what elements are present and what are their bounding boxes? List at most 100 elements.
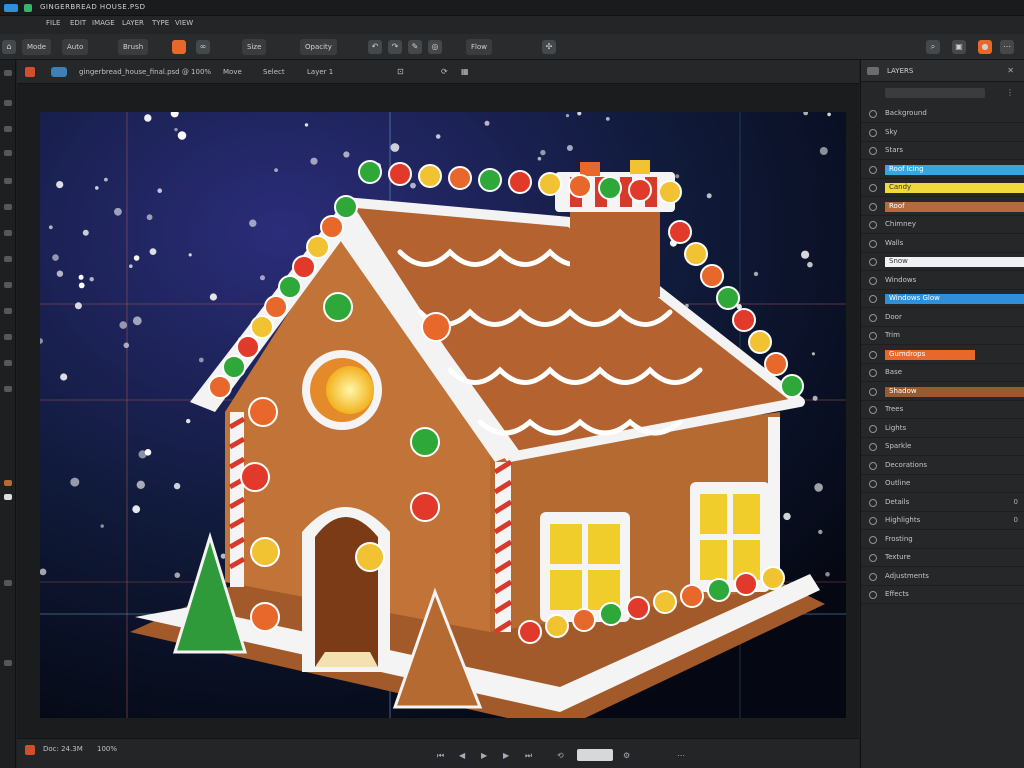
visibility-eye-icon[interactable] [869,424,877,433]
rotate-icon[interactable]: ⟳ [441,67,448,76]
visibility-eye-icon[interactable] [869,480,877,488]
shape-tool-icon[interactable] [4,334,12,340]
menu-type[interactable]: TYPE [152,19,169,27]
layer-row[interactable]: Roof Icing [861,161,1024,179]
visibility-eye-icon[interactable] [869,313,877,322]
loop-icon[interactable]: ⟲ [557,751,564,760]
layer-row[interactable]: Sparkle [861,438,1024,456]
timeline-more-icon[interactable]: ⋯ [677,751,685,760]
panel-options-icon[interactable]: ⋮ [1006,88,1014,97]
screen-mode-icon[interactable] [4,660,12,666]
brush-settings-icon[interactable]: ✎ [408,40,422,54]
visibility-eye-icon[interactable] [869,239,877,248]
panel-close-icon[interactable]: ✕ [1007,66,1014,75]
layer-row[interactable]: Shadow [861,383,1024,401]
gradient-tool-icon[interactable] [4,256,12,262]
airbrush-icon[interactable]: ✣ [542,40,556,54]
pressure-icon[interactable]: ◎ [428,40,442,54]
next-icon[interactable]: ▶ [503,751,509,760]
layer-row[interactable]: Candy [861,179,1024,197]
layer-row[interactable]: Trees [861,401,1024,419]
layer-row[interactable]: Base [861,364,1024,382]
zoom-tool-icon[interactable] [4,386,12,392]
search-icon[interactable]: ⌕ [926,40,940,54]
background-color-icon[interactable] [4,494,12,500]
layer-row[interactable]: Decorations [861,457,1024,475]
toolbar-brush[interactable]: Brush [118,39,149,55]
workspace-icon[interactable]: ▣ [952,40,966,54]
menu-image[interactable]: IMAGE [92,19,115,27]
layer-row[interactable]: Walls [861,235,1024,253]
toolbar-flow[interactable]: Flow [466,39,492,55]
fit-icon[interactable]: ⊡ [397,67,404,76]
visibility-eye-icon[interactable] [869,258,877,266]
visibility-eye-icon[interactable] [869,369,877,377]
tool-move[interactable]: Move [223,66,242,79]
visibility-eye-icon[interactable] [869,572,877,581]
toolbar-opacity[interactable]: Opacity [300,39,337,55]
timeline-settings-icon[interactable]: ⚙ [623,751,630,760]
share-icon[interactable]: ● [978,40,992,54]
layer-row[interactable]: Chimney [861,216,1024,234]
visibility-eye-icon[interactable] [869,110,877,118]
visibility-eye-icon[interactable] [869,184,877,192]
layer-row[interactable]: Snow [861,253,1024,271]
layer-row[interactable]: Lights [861,420,1024,438]
layer-row[interactable]: Windows [861,272,1024,290]
layer-row[interactable]: Door [861,309,1024,327]
toolbar-size[interactable]: Size [242,39,267,55]
visibility-eye-icon[interactable] [869,128,877,137]
more-icon[interactable]: ⋯ [1000,40,1014,54]
tab-cloud-icon[interactable] [51,67,67,77]
menu-file[interactable]: FILE [46,19,60,27]
layer-row[interactable]: Stars [861,142,1024,160]
eyedropper-tool-icon[interactable] [4,178,12,184]
layer-row[interactable]: Texture [861,549,1024,567]
grid-icon[interactable]: ▦ [461,67,469,76]
visibility-eye-icon[interactable] [869,461,877,470]
frame-field[interactable] [577,749,613,761]
hand-tool-icon[interactable] [4,360,12,366]
visibility-eye-icon[interactable] [869,387,877,396]
link-icon[interactable]: ∞ [196,40,210,54]
visibility-eye-icon[interactable] [869,332,877,340]
pen-tool-icon[interactable] [4,308,12,314]
brush-tool-icon[interactable] [4,204,12,210]
layer-row[interactable]: Background [861,105,1024,123]
visibility-eye-icon[interactable] [869,350,877,359]
visibility-eye-icon[interactable] [869,276,877,285]
play-icon[interactable]: ▶ [481,751,487,760]
last-frame-icon[interactable]: ⏭ [525,751,532,761]
visibility-eye-icon[interactable] [869,295,877,303]
color-swatch-icon[interactable] [172,40,186,54]
layer-row[interactable]: Adjustments [861,568,1024,586]
layer-row[interactable]: Roof [861,198,1024,216]
visibility-eye-icon[interactable] [869,221,877,229]
close-tab-icon[interactable] [25,67,35,77]
visibility-eye-icon[interactable] [869,406,877,414]
undo-icon[interactable]: ↶ [368,40,382,54]
visibility-eye-icon[interactable] [869,498,877,507]
first-frame-icon[interactable]: ⏮ [437,751,444,761]
tool-select[interactable]: Select [263,66,285,79]
layer-row[interactable]: Highlights 0 [861,512,1024,530]
foreground-color-icon[interactable] [4,480,12,486]
menu-layer[interactable]: LAYER [122,19,144,27]
layer-row[interactable]: Outline [861,475,1024,493]
layer-name-tab[interactable]: Layer 1 [307,66,333,79]
visibility-eye-icon[interactable] [869,147,877,155]
home-icon[interactable]: ⌂ [2,40,16,54]
prev-icon[interactable]: ◀ [459,751,465,760]
lasso-tool-icon[interactable] [4,126,12,132]
quick-mask-icon[interactable] [4,580,12,586]
layer-row[interactable]: Details 0 [861,494,1024,512]
layer-row[interactable]: Sky [861,124,1024,142]
toolbar-auto[interactable]: Auto [62,39,89,55]
layer-row[interactable]: Gumdrops [861,346,1024,364]
zoom-level[interactable]: 100% [97,745,117,753]
marquee-tool-icon[interactable] [4,100,12,106]
layer-row[interactable]: Frosting [861,531,1024,549]
move-tool-icon[interactable] [4,70,12,76]
visibility-eye-icon[interactable] [869,554,877,562]
redo-icon[interactable]: ↷ [388,40,402,54]
